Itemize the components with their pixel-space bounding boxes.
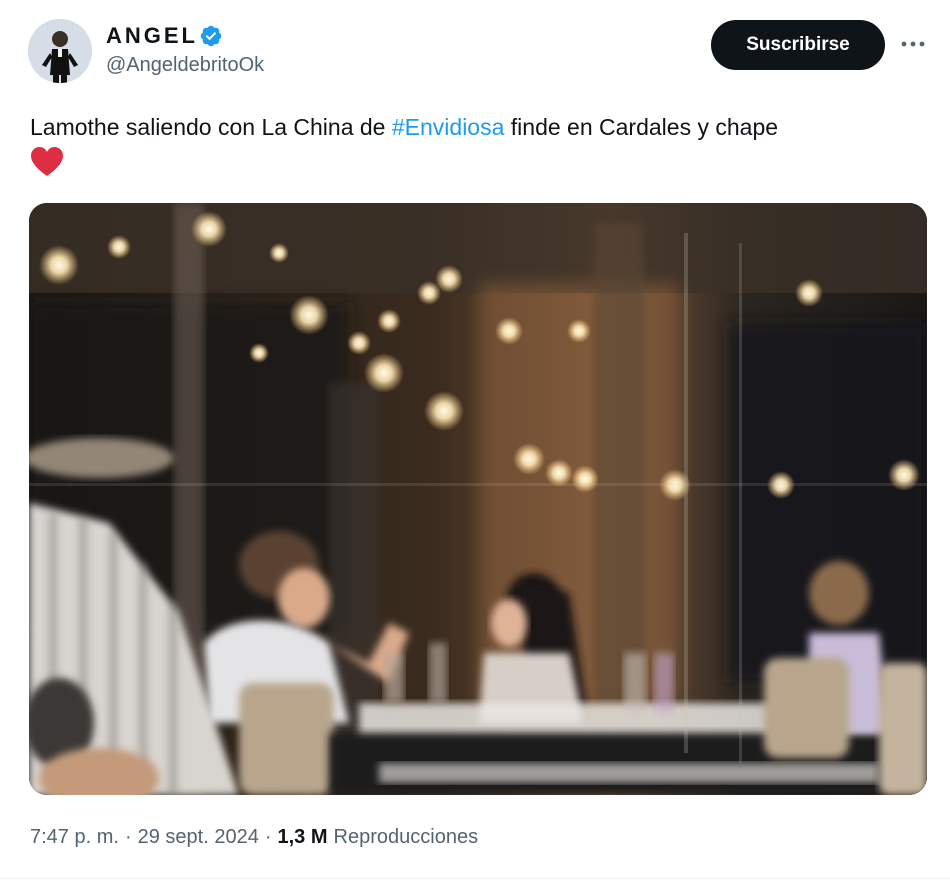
- hashtag-link[interactable]: #Envidiosa: [392, 114, 505, 140]
- tweet-text: Lamothe saliendo con La China de #Envidi…: [30, 110, 930, 178]
- author-handle[interactable]: @AngeldebritoOk: [106, 54, 264, 77]
- tweet-photo[interactable]: [29, 203, 927, 795]
- author-display-name[interactable]: ANGEL: [106, 23, 198, 49]
- verified-badge-icon[interactable]: [199, 24, 223, 48]
- more-horizontal-icon[interactable]: [900, 34, 926, 54]
- tweet-time[interactable]: 7:47 p. m.: [30, 826, 119, 849]
- user-avatar-image: [28, 19, 92, 83]
- restaurant-photo-image: [29, 203, 927, 795]
- meta-separator: ·: [124, 826, 132, 848]
- red-heart-icon: [30, 146, 64, 178]
- subscribe-button[interactable]: Suscribirse: [711, 20, 885, 70]
- views-label: Reproducciones: [333, 826, 479, 848]
- tweet-date[interactable]: 29 sept. 2024: [138, 826, 259, 849]
- author-info: ANGEL @AngeldebritoOk: [106, 22, 264, 77]
- meta-separator: ·: [264, 826, 272, 848]
- bottom-divider: [0, 878, 950, 879]
- tweet-text-before: Lamothe saliendo con La China de: [30, 114, 392, 140]
- views-count: 1,3 M: [277, 826, 328, 848]
- tweet-text-after: finde en Cardales y chape: [504, 114, 779, 140]
- tweet-meta: 7:47 p. m. · 29 sept. 2024 · 1,3 M Repro…: [30, 826, 478, 849]
- author-avatar[interactable]: [28, 19, 92, 83]
- display-name-row: ANGEL: [106, 22, 264, 50]
